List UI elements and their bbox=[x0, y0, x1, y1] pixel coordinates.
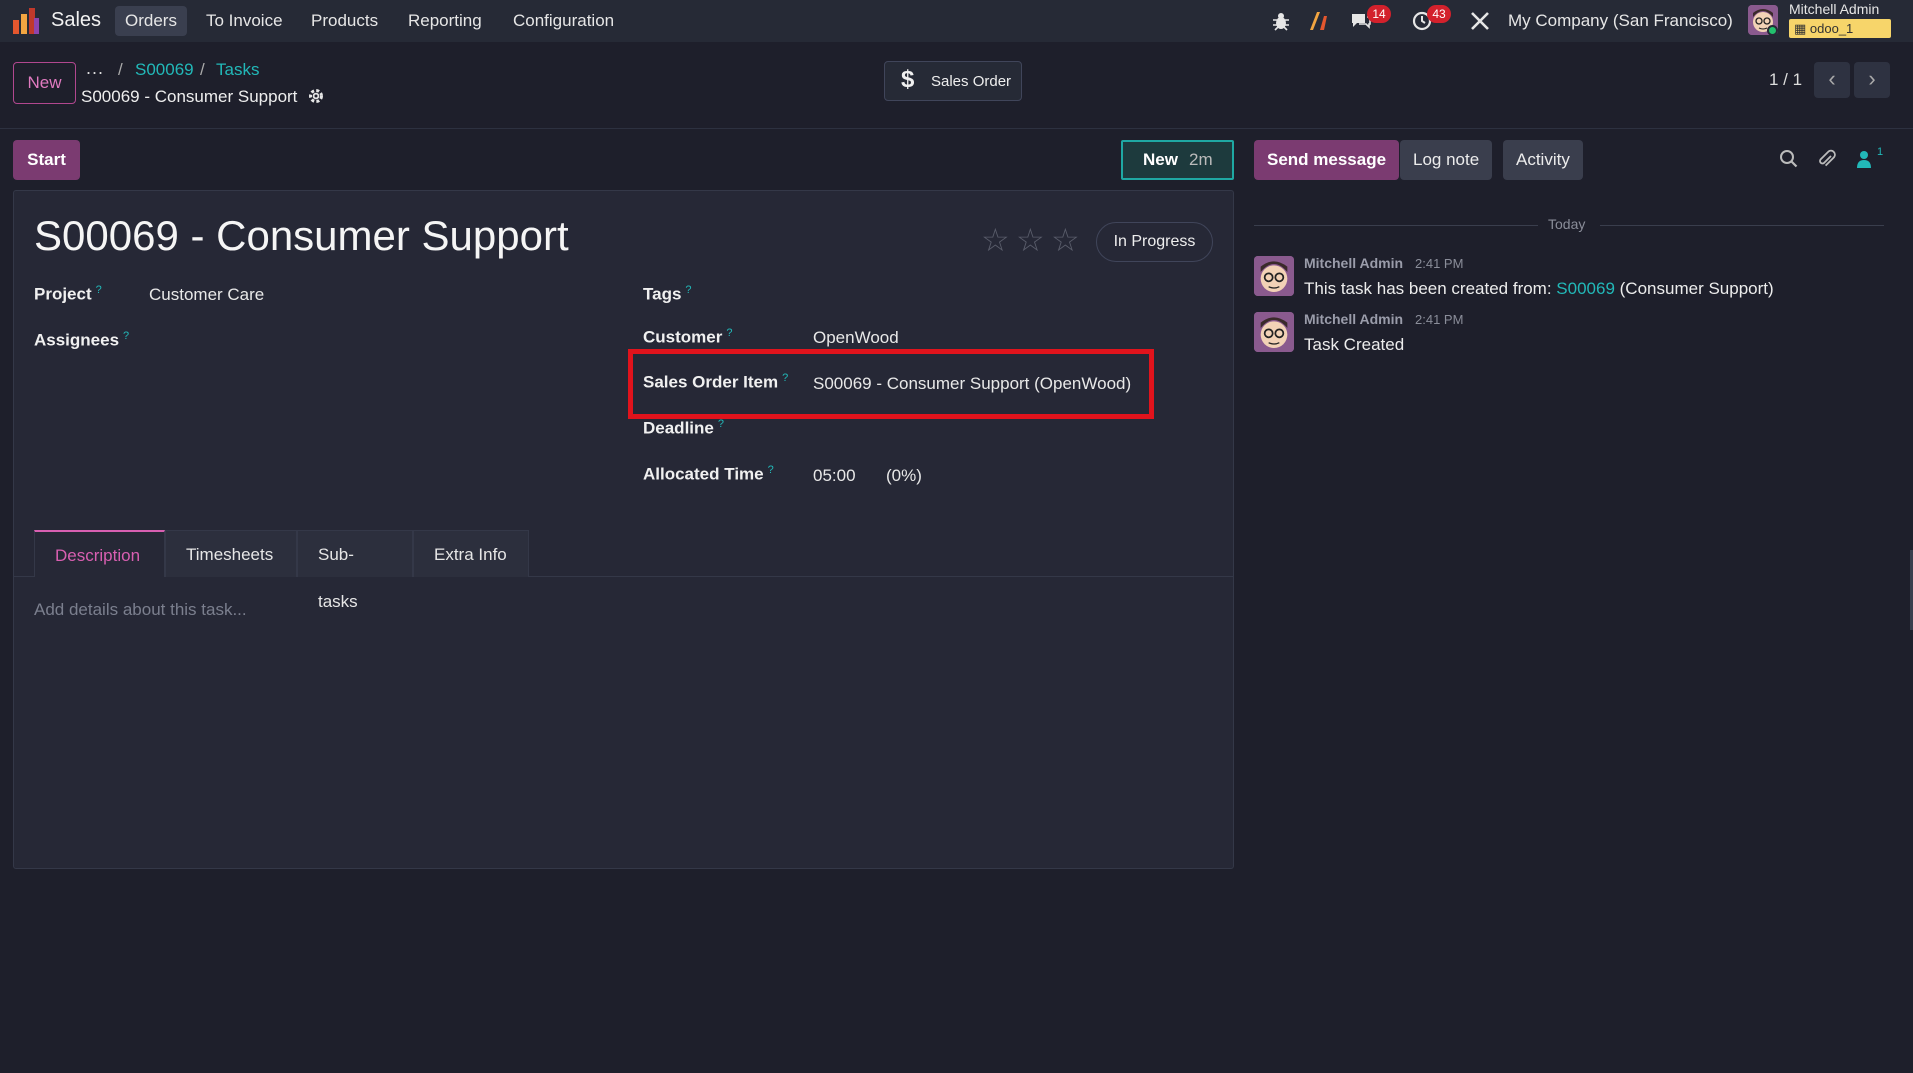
gear-icon[interactable] bbox=[307, 87, 325, 105]
new-record-button[interactable]: New bbox=[13, 62, 76, 104]
message-time: 2:41 PM bbox=[1415, 312, 1464, 327]
sales-app-icon[interactable] bbox=[12, 8, 40, 34]
app-name[interactable]: Sales bbox=[51, 9, 101, 32]
bug-icon[interactable] bbox=[1270, 10, 1292, 32]
tab-timesheets[interactable]: Timesheets bbox=[165, 530, 297, 577]
stage-duration: 2m bbox=[1189, 150, 1213, 169]
highlight-annotation-box bbox=[628, 349, 1154, 419]
control-panel-divider bbox=[0, 128, 1913, 129]
messages-badge: 14 bbox=[1367, 5, 1391, 23]
top-navbar: Sales Orders To Invoice Products Reporti… bbox=[0, 0, 1913, 42]
avatar-face-icon bbox=[1254, 256, 1294, 296]
online-status-dot bbox=[1767, 25, 1778, 36]
avatar-face-icon bbox=[1254, 312, 1294, 352]
assignees-label-text: Assignees bbox=[34, 330, 120, 350]
description-editor[interactable]: Add details about this task... bbox=[34, 600, 247, 620]
customer-label: Customer? bbox=[643, 327, 732, 348]
assignees-label: Assignees? bbox=[34, 330, 129, 351]
priority-star-icon[interactable]: ☆ bbox=[1016, 224, 1045, 256]
help-icon[interactable]: ? bbox=[726, 327, 732, 339]
message-author-avatar[interactable] bbox=[1254, 312, 1294, 352]
company-switcher[interactable]: My Company (San Francisco) bbox=[1508, 11, 1733, 31]
allocated-time-label-text: Allocated Time bbox=[643, 464, 764, 484]
date-separator-line bbox=[1600, 225, 1884, 226]
tags-label-text: Tags bbox=[643, 284, 682, 304]
help-icon[interactable]: ? bbox=[768, 464, 774, 476]
menu-products[interactable]: Products bbox=[301, 6, 388, 36]
allocated-time-field[interactable]: 05:00 bbox=[813, 466, 856, 486]
tab-description[interactable]: Description bbox=[34, 530, 165, 577]
log-note-button[interactable]: Log note bbox=[1400, 140, 1493, 180]
deadline-label: Deadline? bbox=[643, 418, 724, 439]
date-separator-label: Today bbox=[1548, 216, 1586, 232]
priority-star-icon[interactable]: ☆ bbox=[1051, 224, 1080, 256]
stage-new-button[interactable]: New 2m bbox=[1121, 140, 1234, 180]
message-body: Task Created bbox=[1304, 335, 1405, 354]
breadcrumb-separator: / bbox=[118, 60, 123, 79]
priority-star-icon[interactable]: ☆ bbox=[981, 224, 1010, 256]
help-icon[interactable]: ? bbox=[718, 418, 724, 430]
paperclip-icon[interactable] bbox=[1815, 148, 1837, 170]
customer-field[interactable]: OpenWood bbox=[813, 328, 899, 348]
sales-order-smart-button[interactable]: $ Sales Order bbox=[884, 61, 1022, 101]
breadcrumb-separator: / bbox=[200, 60, 205, 79]
debug-tools-icon[interactable] bbox=[1469, 10, 1491, 32]
breadcrumb-more-button[interactable]: ... bbox=[86, 58, 104, 79]
project-label-text: Project bbox=[34, 284, 92, 304]
breadcrumb-current-record: S00069 - Consumer Support bbox=[81, 87, 298, 106]
message-body-prefix: This task has been created from: bbox=[1304, 279, 1557, 298]
database-icon: ▦ bbox=[1794, 21, 1810, 36]
menu-configuration[interactable]: Configuration bbox=[503, 6, 624, 36]
smart-button-label: Sales Order bbox=[931, 73, 1012, 90]
search-icon[interactable] bbox=[1778, 148, 1800, 170]
tags-label: Tags? bbox=[643, 284, 692, 305]
database-name: odoo_1 bbox=[1809, 21, 1854, 36]
breadcrumb-tasks[interactable]: Tasks bbox=[216, 60, 259, 80]
message-author-avatar[interactable] bbox=[1254, 256, 1294, 296]
chevron-left-icon: ‹ bbox=[1828, 66, 1836, 91]
message-author[interactable]: Mitchell Admin bbox=[1304, 255, 1403, 271]
start-timer-button[interactable]: Start bbox=[13, 140, 80, 180]
project-field[interactable]: Customer Care bbox=[149, 285, 264, 305]
message-body-suffix: (Consumer Support) bbox=[1614, 279, 1774, 298]
sale-order-link[interactable]: S00069 bbox=[1556, 279, 1615, 298]
menu-orders[interactable]: Orders bbox=[115, 6, 187, 36]
allocated-time-label: Allocated Time? bbox=[643, 464, 774, 485]
message-time: 2:41 PM bbox=[1415, 256, 1464, 271]
deadline-label-text: Deadline bbox=[643, 418, 714, 438]
help-icon[interactable]: ? bbox=[96, 284, 102, 296]
date-separator-line bbox=[1254, 225, 1538, 226]
allocated-time-progress: (0%) bbox=[886, 466, 922, 485]
database-tag: ▦ odoo_1 bbox=[1789, 19, 1891, 38]
stage-name: New bbox=[1143, 150, 1178, 169]
pager-previous-button[interactable]: ‹ bbox=[1814, 62, 1850, 98]
help-icon[interactable]: ? bbox=[123, 330, 129, 342]
message-author[interactable]: Mitchell Admin bbox=[1304, 311, 1403, 327]
menu-reporting[interactable]: Reporting bbox=[398, 6, 492, 36]
menu-to-invoice[interactable]: To Invoice bbox=[196, 6, 293, 36]
pager-next-button[interactable]: › bbox=[1854, 62, 1890, 98]
customer-label-text: Customer bbox=[643, 327, 723, 347]
chevron-right-icon: › bbox=[1868, 66, 1876, 91]
activities-badge: 43 bbox=[1427, 5, 1451, 23]
pager-value[interactable]: 1 / 1 bbox=[1769, 70, 1802, 90]
dollar-icon: $ bbox=[901, 66, 915, 93]
task-state-button[interactable]: In Progress bbox=[1096, 222, 1213, 262]
send-message-button[interactable]: Send message bbox=[1254, 140, 1400, 180]
project-label: Project? bbox=[34, 284, 102, 305]
tab-sub-tasks[interactable]: Sub-tasks bbox=[297, 530, 413, 611]
help-icon[interactable]: ? bbox=[685, 284, 691, 296]
followers-count: 1 bbox=[1877, 146, 1884, 158]
tab-extra-info[interactable]: Extra Info bbox=[413, 530, 529, 577]
task-title-input[interactable]: S00069 - Consumer Support bbox=[34, 212, 569, 260]
message-body: This task has been created from: S00069 … bbox=[1304, 279, 1774, 299]
ai-assistant-icon[interactable] bbox=[1308, 10, 1330, 32]
followers-user-icon[interactable] bbox=[1853, 148, 1875, 170]
user-name[interactable]: Mitchell Admin bbox=[1789, 1, 1879, 17]
breadcrumb-sale-order[interactable]: S00069 bbox=[135, 60, 194, 80]
activity-button[interactable]: Activity bbox=[1503, 140, 1583, 180]
